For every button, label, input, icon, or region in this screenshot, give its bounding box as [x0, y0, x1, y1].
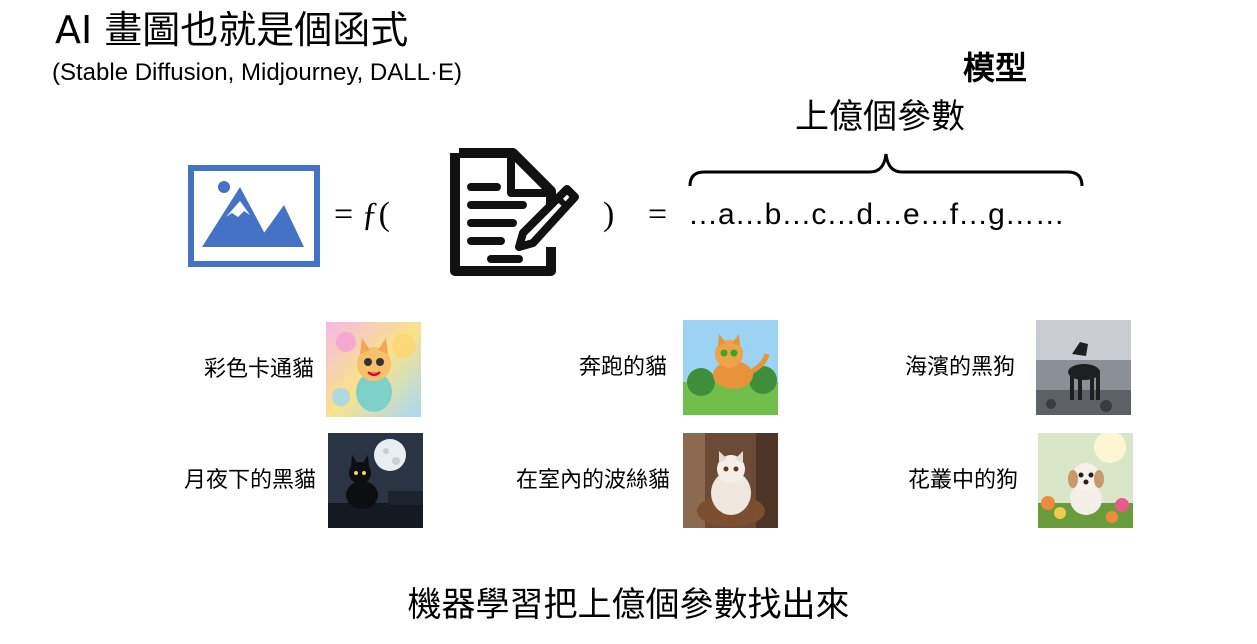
black-dog-beach-image [1036, 320, 1131, 415]
dog-flowers-image [1038, 433, 1133, 528]
model-label: 模型 [963, 49, 1028, 87]
caption-persian-cat-indoor: 在室內的波絲貓 [515, 468, 670, 493]
persian-cat-indoor-image [683, 433, 778, 528]
caption-running-cat: 奔跑的貓 [578, 355, 667, 380]
running-cat-image [683, 320, 778, 415]
curly-brace [688, 153, 1084, 187]
equals-f-sign: = ƒ( [334, 196, 390, 233]
caption-dog-flowers: 花叢中的狗 [907, 468, 1018, 493]
document-pen-icon [450, 148, 579, 276]
image-icon [188, 165, 320, 267]
params-label: 上億個參數 [795, 97, 965, 137]
bottom-caption: 機器學習把上億個參數找出來 [407, 585, 850, 625]
caption-black-cat-moon: 月夜下的黑貓 [183, 468, 316, 493]
cartoon-cat-image [326, 322, 421, 417]
caption-black-dog-beach: 海濱的黑狗 [904, 355, 1015, 380]
slide-subtitle: (Stable Diffusion, Midjourney, DALL·E) [52, 59, 462, 86]
equals-sign: = [648, 196, 668, 233]
black-cat-moon-image [328, 433, 423, 528]
params-sequence: …a…b…c…d…e…f…g…… [688, 198, 1065, 231]
caption-cartoon-cat: 彩色卡通貓 [203, 357, 314, 382]
slide-title: AI 畫圖也就是個函式 [55, 8, 409, 52]
close-paren: ) [603, 196, 615, 233]
